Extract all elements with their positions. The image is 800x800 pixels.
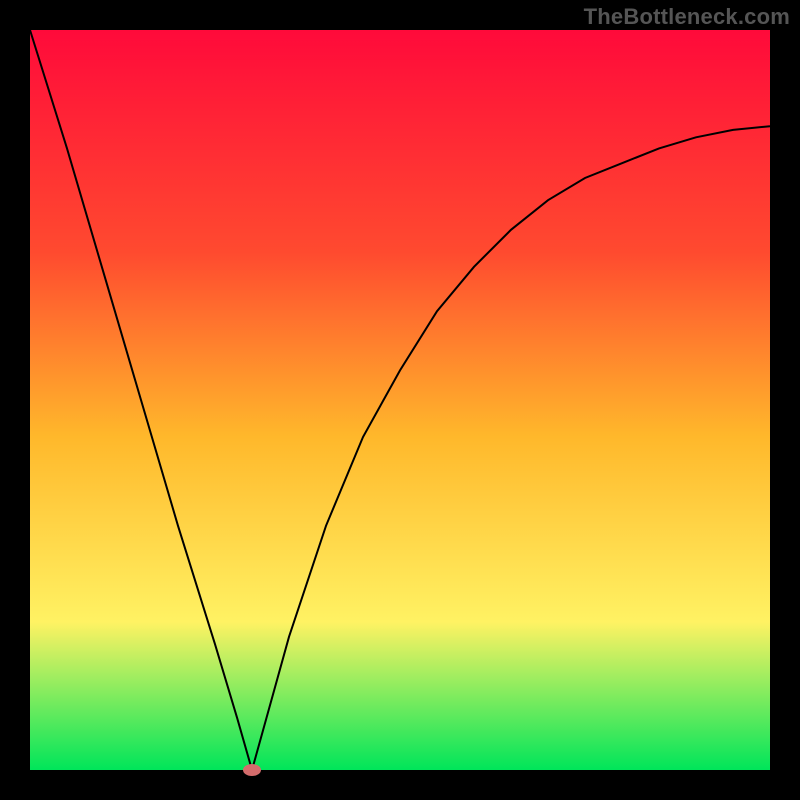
min-point-dot [243, 764, 261, 776]
chart-svg [0, 0, 800, 800]
watermark-text: TheBottleneck.com [584, 4, 790, 30]
chart-container: TheBottleneck.com [0, 0, 800, 800]
